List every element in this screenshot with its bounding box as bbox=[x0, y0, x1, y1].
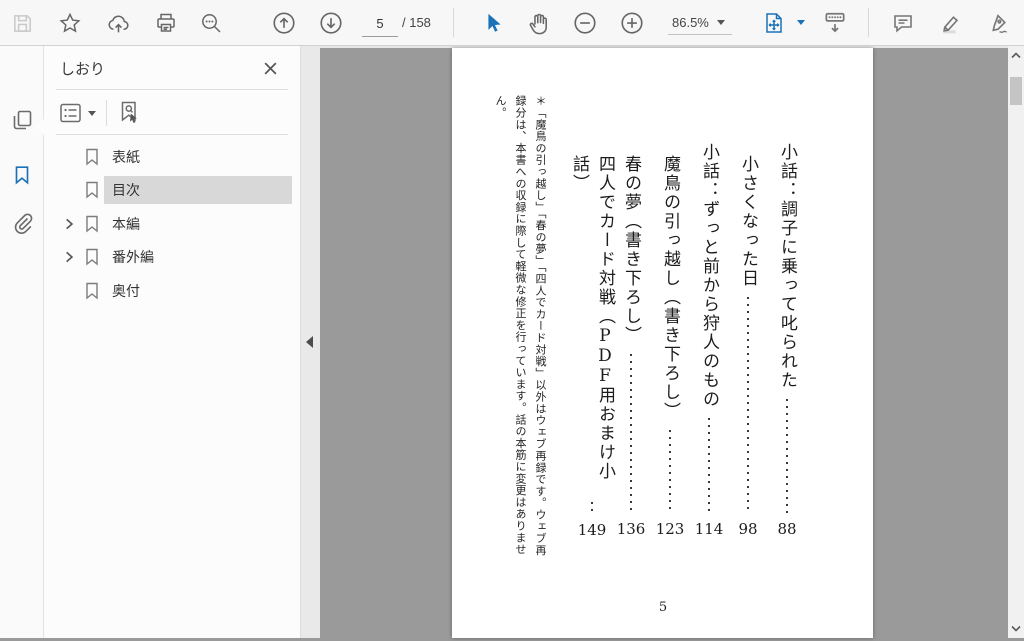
search-icon[interactable] bbox=[195, 7, 227, 39]
pdf-page: 小話：調子に乗って叱られた 88 小さくなった日 98 小話：ずっと前から狩人のもの 11… bbox=[452, 48, 873, 638]
zoom-level-value: 86.5% bbox=[672, 14, 709, 30]
bookmark-label: 奥付 bbox=[112, 282, 140, 299]
bookmark-item[interactable]: 目次 bbox=[44, 174, 300, 206]
bookmark-label: 本編 bbox=[112, 215, 140, 232]
toolbar-divider bbox=[868, 8, 869, 37]
bookmark-flag-icon bbox=[84, 215, 100, 233]
panel-collapse-strip[interactable] bbox=[300, 45, 320, 638]
panel-divider bbox=[56, 134, 288, 135]
comment-icon[interactable] bbox=[887, 7, 919, 39]
attachments-icon[interactable] bbox=[7, 208, 37, 238]
close-icon[interactable] bbox=[259, 57, 281, 79]
expand-current-bookmark-icon[interactable] bbox=[117, 100, 141, 126]
save-icon[interactable] bbox=[6, 7, 38, 39]
toc-entry: 魔鳥の引っ越し（書き下ろし） 123 bbox=[655, 155, 685, 538]
panel-toolbar bbox=[58, 100, 141, 126]
bookmark-item[interactable]: 番外編 bbox=[44, 241, 300, 273]
bookmark-flag-icon bbox=[84, 181, 100, 199]
page-total-label: / 158 bbox=[402, 15, 431, 30]
collapse-left-icon bbox=[306, 336, 313, 348]
scroll-up-icon[interactable] bbox=[1008, 47, 1024, 63]
options-icon[interactable] bbox=[58, 102, 96, 124]
zoom-level-dropdown[interactable]: 86.5% bbox=[668, 10, 732, 35]
scroll-down-icon[interactable] bbox=[1008, 620, 1024, 636]
top-toolbar: / 158 86.5% bbox=[0, 0, 1024, 46]
bookmark-flag-icon bbox=[84, 248, 100, 266]
bookmarks-panel: しおり 表紙目次本編番外編奥付 bbox=[44, 45, 300, 638]
chevron-down-icon bbox=[716, 19, 725, 25]
highlight-icon[interactable] bbox=[934, 7, 966, 39]
page-up-icon[interactable] bbox=[268, 7, 300, 39]
bookmark-item[interactable]: 表紙 bbox=[44, 141, 300, 173]
chevron-down-icon bbox=[88, 110, 96, 116]
bookmark-label: 表紙 bbox=[112, 149, 140, 165]
scrollbar-thumb[interactable] bbox=[1010, 77, 1022, 105]
share-upload-icon[interactable] bbox=[102, 7, 134, 39]
page-thumbnails-icon[interactable] bbox=[7, 105, 37, 135]
toc-entry: 小話：調子に乗って叱られた 88 bbox=[777, 143, 797, 538]
page-down-icon[interactable] bbox=[315, 7, 347, 39]
bookmark-label: 番外編 bbox=[112, 249, 154, 266]
bookmark-item[interactable]: 本編 bbox=[44, 208, 300, 240]
panel-notch bbox=[35, 119, 44, 135]
chevron-down-icon[interactable] bbox=[797, 20, 805, 25]
page-folio: 5 bbox=[658, 600, 668, 615]
panel-title: しおり bbox=[60, 61, 106, 78]
panel-toolbar-divider bbox=[106, 100, 107, 126]
toc-entry: 四人でカード対戦（PDF用おまけ小話） 149 bbox=[569, 155, 615, 540]
panel-divider bbox=[56, 89, 288, 90]
page-number-input[interactable] bbox=[362, 10, 398, 37]
star-icon[interactable] bbox=[54, 7, 86, 39]
toc-entry: 小話：ずっと前から狩人のもの 114 bbox=[694, 143, 724, 538]
select-tool-icon[interactable] bbox=[477, 7, 509, 39]
hand-tool-icon[interactable] bbox=[522, 7, 554, 39]
bookmark-flag-icon bbox=[84, 148, 100, 166]
bookmark-label: 目次 bbox=[104, 176, 292, 205]
bookmark-item[interactable]: 奥付 bbox=[44, 275, 300, 307]
vertical-scrollbar[interactable] bbox=[1008, 45, 1024, 638]
chevron-right-icon[interactable] bbox=[62, 250, 76, 264]
toc-footnote: ＊「魔鳥の引っ越し」「春の夢」「四人でカード対戦」以外はウェブ再録です。ウェブ再… bbox=[494, 95, 547, 556]
bookmark-flag-icon bbox=[84, 282, 100, 300]
print-icon[interactable] bbox=[150, 7, 182, 39]
fit-page-icon[interactable] bbox=[758, 7, 790, 39]
chevron-right-icon[interactable] bbox=[62, 217, 76, 231]
toc-entry: 春の夢（書き下ろし） 136 bbox=[616, 155, 646, 538]
show-toolbar-icon[interactable] bbox=[819, 7, 851, 39]
sign-icon[interactable] bbox=[981, 7, 1013, 39]
zoom-out-icon[interactable] bbox=[569, 7, 601, 39]
zoom-in-icon[interactable] bbox=[616, 7, 648, 39]
toc-entry: 小さくなった日 98 bbox=[738, 155, 758, 538]
toolbar-divider bbox=[453, 8, 454, 37]
bookmarks-icon[interactable] bbox=[7, 160, 37, 190]
